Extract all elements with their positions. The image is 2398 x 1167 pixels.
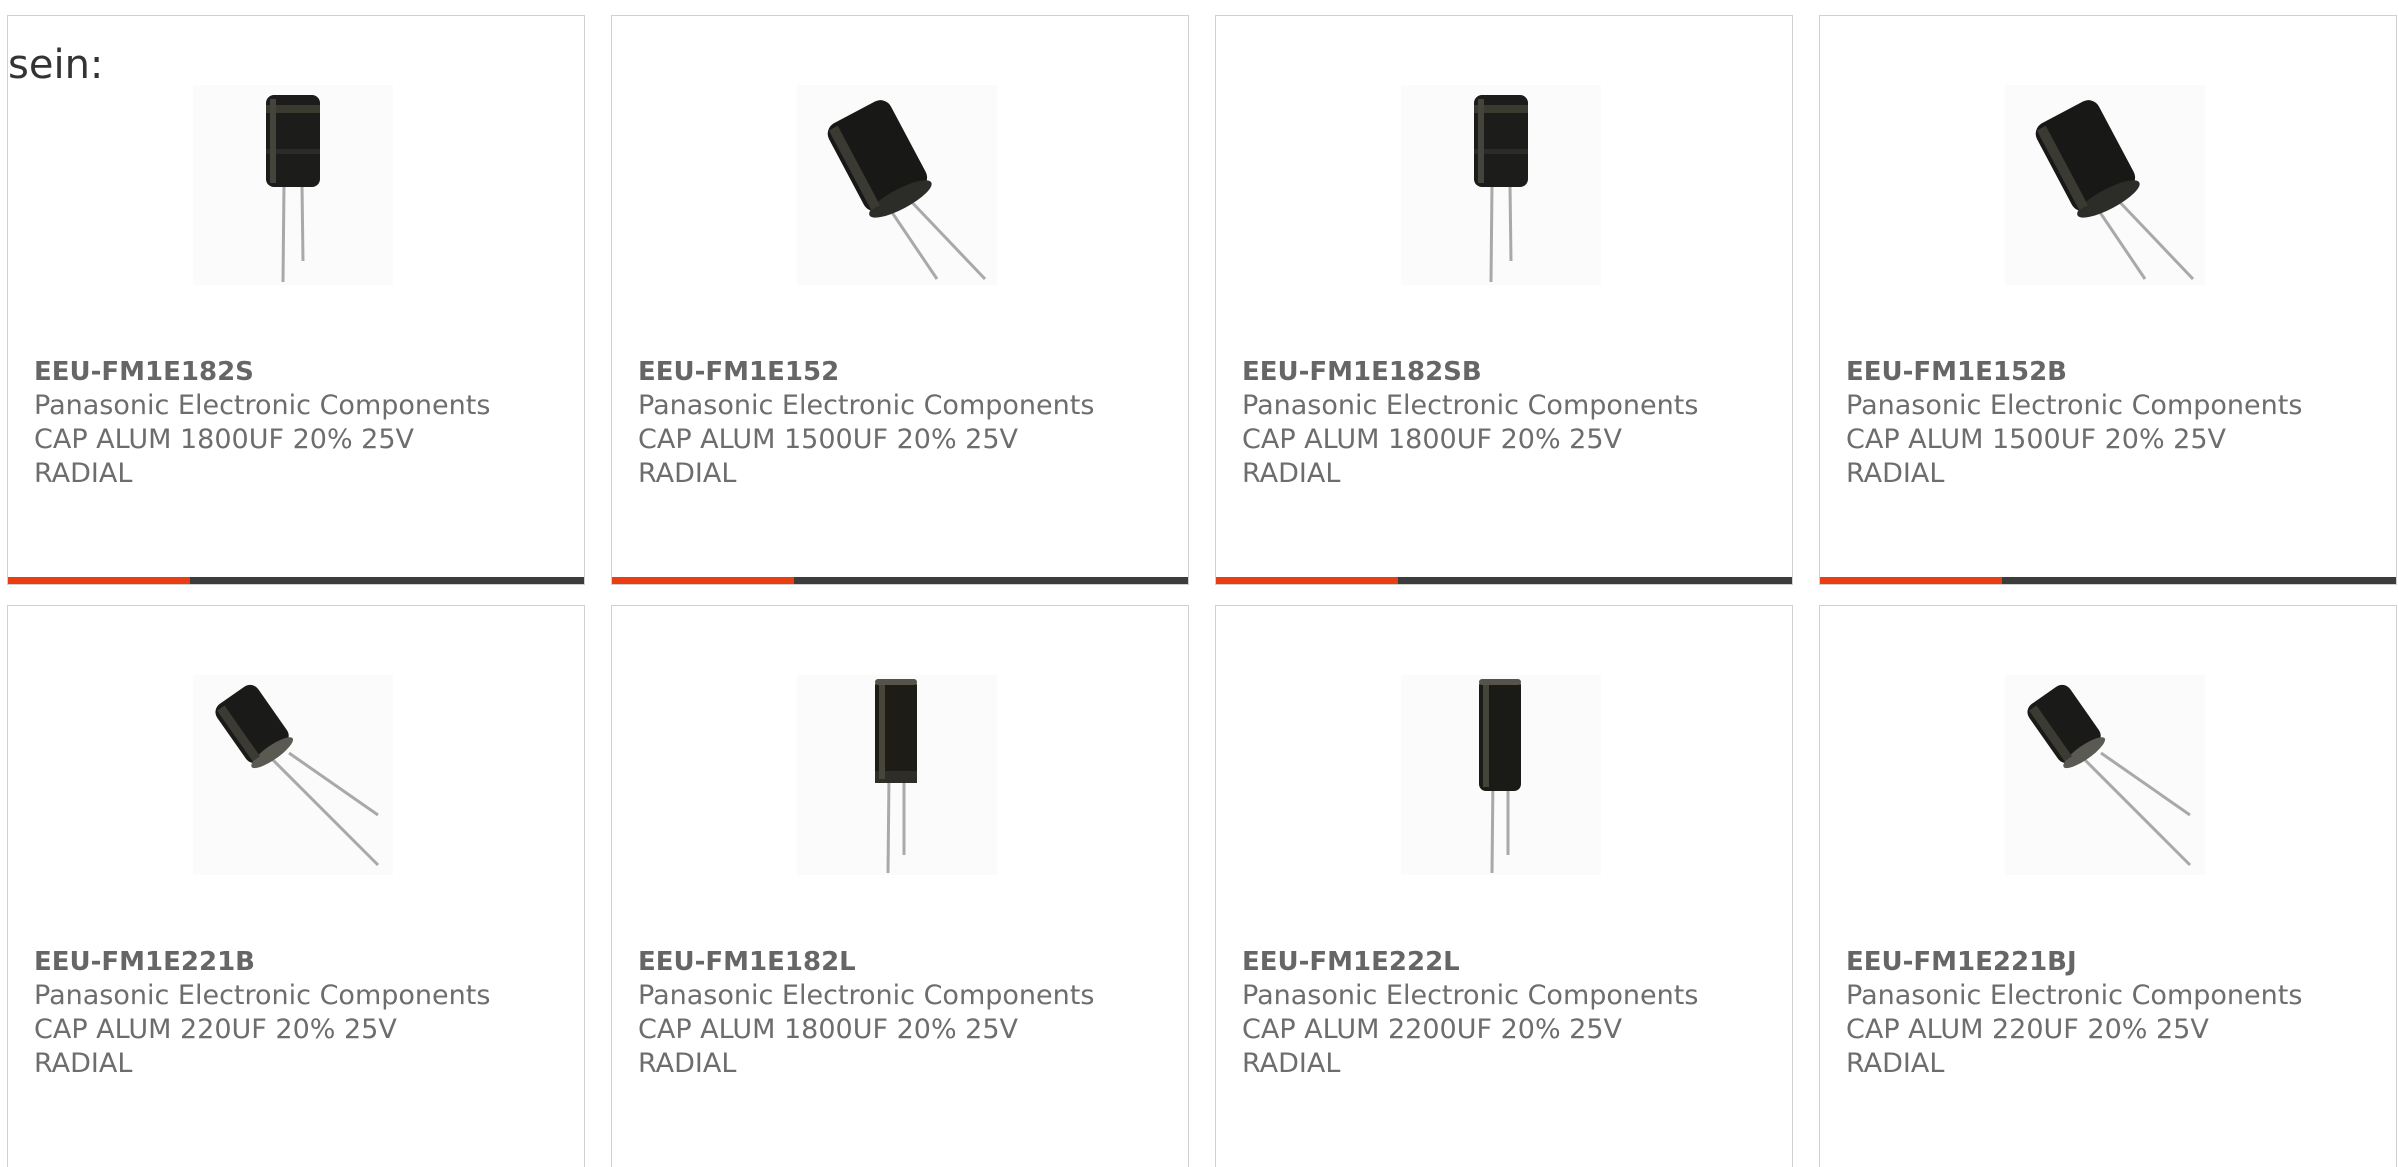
product-card[interactable]: EEU-FM1E182L Panasonic Electronic Compon…	[611, 605, 1189, 1167]
product-info: EEU-FM1E222L Panasonic Electronic Compon…	[1242, 945, 1762, 1081]
description-line: RADIAL	[1242, 458, 1341, 489]
description-line: CAP ALUM 1500UF 20% 25V	[1846, 424, 2227, 455]
product-info: EEU-FM1E182S Panasonic Electronic Compon…	[34, 355, 554, 491]
description-line: RADIAL	[34, 458, 133, 489]
product-card[interactable]: EEU-FM1E221B Panasonic Electronic Compon…	[7, 605, 585, 1167]
description-line: CAP ALUM 220UF 20% 25V	[1846, 1014, 2209, 1045]
product-info: EEU-FM1E182SB Panasonic Electronic Compo…	[1242, 355, 1762, 491]
manufacturer-name: Panasonic Electronic Components	[34, 980, 491, 1011]
manufacturer-name: Panasonic Electronic Components	[1242, 390, 1699, 421]
description-line: RADIAL	[1242, 1048, 1341, 1079]
capacitor-tall-icon	[797, 675, 997, 875]
capacitor-tall-icon	[1401, 675, 1601, 875]
product-card[interactable]: EEU-FM1E182SB Panasonic Electronic Compo…	[1215, 15, 1793, 585]
card-accent-bar	[1820, 577, 2396, 584]
description-line: RADIAL	[638, 458, 737, 489]
capacitor-small-tilted-icon	[193, 675, 393, 875]
page: sein: EEU-FM1E182S Panasonic Electronic …	[0, 0, 2398, 1167]
product-info: EEU-FM1E152 Panasonic Electronic Compone…	[638, 355, 1158, 491]
part-number-link[interactable]: EEU-FM1E222L	[1242, 945, 1762, 979]
intro-text: sein:	[8, 42, 104, 88]
card-accent-bar	[1216, 577, 1792, 584]
part-number-link[interactable]: EEU-FM1E221B	[34, 945, 554, 979]
manufacturer-name: Panasonic Electronic Components	[34, 390, 491, 421]
card-accent-fill	[612, 577, 794, 584]
capacitor-upright-icon	[1401, 85, 1601, 285]
description-line: CAP ALUM 1800UF 20% 25V	[638, 1014, 1019, 1045]
description-line: RADIAL	[1846, 458, 1945, 489]
capacitor-small-tilted-icon	[2005, 675, 2205, 875]
description-line: CAP ALUM 1800UF 20% 25V	[1242, 424, 1623, 455]
card-accent-fill	[8, 577, 190, 584]
manufacturer-name: Panasonic Electronic Components	[1846, 980, 2303, 1011]
manufacturer-name: Panasonic Electronic Components	[638, 980, 1095, 1011]
card-accent-fill	[1820, 577, 2002, 584]
product-info: EEU-FM1E182L Panasonic Electronic Compon…	[638, 945, 1158, 1081]
card-accent-bar	[612, 577, 1188, 584]
part-number-link[interactable]: EEU-FM1E152	[638, 355, 1158, 389]
product-card[interactable]: EEU-FM1E222L Panasonic Electronic Compon…	[1215, 605, 1793, 1167]
description-line: CAP ALUM 2200UF 20% 25V	[1242, 1014, 1623, 1045]
description-line: CAP ALUM 1500UF 20% 25V	[638, 424, 1019, 455]
capacitor-upright-icon	[193, 85, 393, 285]
description-line: CAP ALUM 1800UF 20% 25V	[34, 424, 415, 455]
manufacturer-name: Panasonic Electronic Components	[1846, 390, 2303, 421]
product-card[interactable]: EEU-FM1E182S Panasonic Electronic Compon…	[7, 15, 585, 585]
part-number-link[interactable]: EEU-FM1E221BJ	[1846, 945, 2366, 979]
card-accent-fill	[1216, 577, 1398, 584]
part-number-link[interactable]: EEU-FM1E182L	[638, 945, 1158, 979]
part-number-link[interactable]: EEU-FM1E152B	[1846, 355, 2366, 389]
product-info: EEU-FM1E221B Panasonic Electronic Compon…	[34, 945, 554, 1081]
product-card[interactable]: EEU-FM1E152 Panasonic Electronic Compone…	[611, 15, 1189, 585]
description-line: RADIAL	[638, 1048, 737, 1079]
product-card[interactable]: EEU-FM1E221BJ Panasonic Electronic Compo…	[1819, 605, 2397, 1167]
product-card[interactable]: EEU-FM1E152B Panasonic Electronic Compon…	[1819, 15, 2397, 585]
capacitor-tilted-icon	[2005, 85, 2205, 285]
part-number-link[interactable]: EEU-FM1E182S	[34, 355, 554, 389]
capacitor-tilted-icon	[797, 85, 997, 285]
description-line: RADIAL	[34, 1048, 133, 1079]
product-info: EEU-FM1E152B Panasonic Electronic Compon…	[1846, 355, 2366, 491]
part-number-link[interactable]: EEU-FM1E182SB	[1242, 355, 1762, 389]
manufacturer-name: Panasonic Electronic Components	[638, 390, 1095, 421]
description-line: RADIAL	[1846, 1048, 1945, 1079]
card-accent-bar	[8, 577, 584, 584]
product-info: EEU-FM1E221BJ Panasonic Electronic Compo…	[1846, 945, 2366, 1081]
manufacturer-name: Panasonic Electronic Components	[1242, 980, 1699, 1011]
description-line: CAP ALUM 220UF 20% 25V	[34, 1014, 397, 1045]
